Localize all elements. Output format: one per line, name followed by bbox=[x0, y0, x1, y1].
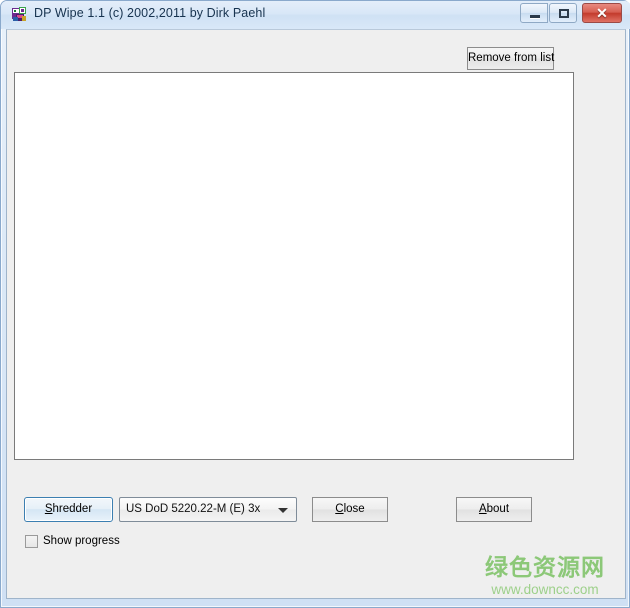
minimize-button[interactable] bbox=[520, 3, 548, 23]
minimize-icon bbox=[530, 15, 540, 19]
title-bar[interactable]: DP Wipe 1.1 (c) 2002,2011 by Dirk Paehl … bbox=[1, 1, 630, 29]
file-list-box[interactable] bbox=[14, 72, 574, 460]
shredder-button-label: Shredder bbox=[25, 498, 112, 521]
window-title: DP Wipe 1.1 (c) 2002,2011 by Dirk Paehl bbox=[34, 6, 266, 20]
watermark-url-text: www.downcc.com bbox=[491, 582, 599, 597]
shredder-accel-letter: S bbox=[44, 503, 53, 515]
client-area: Remove from list Shredder US DoD 5220.22… bbox=[6, 29, 626, 599]
show-progress-label: Show progress bbox=[43, 535, 120, 547]
maximize-icon bbox=[559, 9, 569, 18]
close-icon: ✕ bbox=[596, 5, 608, 21]
close-window-button[interactable]: ✕ bbox=[582, 3, 622, 23]
about-accel-letter: A bbox=[478, 503, 487, 515]
shredder-label-rest: hredder bbox=[52, 503, 93, 515]
close-button[interactable]: Close bbox=[312, 497, 388, 522]
chevron-down-icon bbox=[278, 508, 288, 513]
watermark: 绿色资源网 www.downcc.com bbox=[485, 555, 605, 598]
remove-from-list-button[interactable]: Remove from list bbox=[467, 47, 554, 70]
about-label-rest: bout bbox=[486, 503, 510, 515]
wipe-method-dropdown[interactable]: US DoD 5220.22-M (E) 3x bbox=[119, 497, 297, 522]
file-list-content bbox=[15, 73, 573, 77]
show-progress-checkbox[interactable] bbox=[25, 535, 38, 548]
about-button[interactable]: About bbox=[456, 497, 532, 522]
close-accel-letter: C bbox=[335, 503, 344, 515]
watermark-chinese-text: 绿色资源网 bbox=[485, 555, 605, 581]
wipe-method-value: US DoD 5220.22-M (E) 3x bbox=[126, 503, 261, 515]
close-label-rest: lose bbox=[343, 503, 365, 515]
application-window: DP Wipe 1.1 (c) 2002,2011 by Dirk Paehl … bbox=[0, 0, 630, 608]
shredder-button[interactable]: Shredder bbox=[24, 497, 113, 522]
maximize-button[interactable] bbox=[549, 3, 577, 23]
app-icon bbox=[11, 6, 28, 23]
